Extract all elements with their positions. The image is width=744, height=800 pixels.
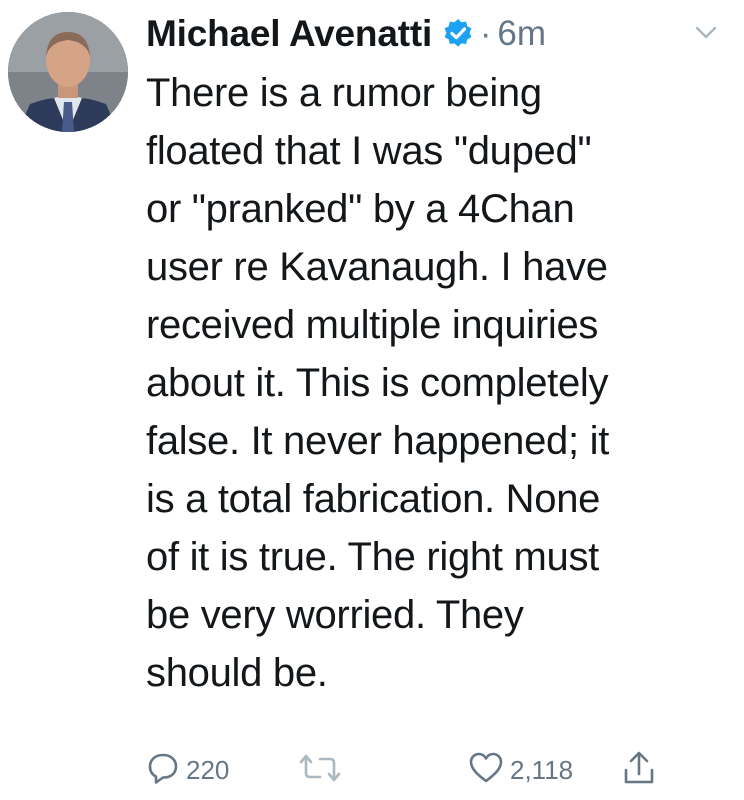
avatar[interactable] <box>8 12 128 132</box>
like-count: 2,118 <box>510 754 574 785</box>
tweet-text: There is a rumor being floated that I wa… <box>146 64 730 702</box>
tweet-text-line: should be. <box>146 651 328 695</box>
tweet-text-line: about it. This is completely <box>146 361 609 405</box>
separator-dot: · <box>480 14 492 53</box>
author-name[interactable]: Michael Avenatti <box>146 13 432 55</box>
tweet-text-line: is a total fabrication. None <box>146 477 601 521</box>
tweet-text-line: user re Kavanaugh. I have <box>146 245 608 289</box>
tweet-header: Michael Avenatti · 6m <box>146 6 546 62</box>
tweet-text-line: false. It never happened; it <box>146 419 610 463</box>
tweet-text-line: or "pranked" by a 4Chan <box>146 187 575 231</box>
reply-icon <box>146 751 180 790</box>
like-button[interactable]: 2,118 <box>468 748 573 792</box>
tweet-text-line: There is a rumor being <box>146 71 542 115</box>
tweet-actions: 220 2,118 <box>146 748 706 792</box>
chevron-down-icon[interactable] <box>694 24 718 42</box>
tweet: Michael Avenatti · 6m There is a rumor b… <box>0 0 744 800</box>
avatar-image <box>8 12 128 132</box>
timestamp[interactable]: 6m <box>497 14 546 54</box>
verified-badge-icon <box>442 18 474 50</box>
reply-count: 220 <box>186 754 230 785</box>
tweet-text-line: received multiple inquiries <box>146 303 599 347</box>
heart-icon <box>468 751 504 790</box>
tweet-text-line: floated that I was "duped" <box>146 129 592 173</box>
tweet-text-line: be very worried. They <box>146 593 524 637</box>
share-icon <box>622 750 656 791</box>
tweet-text-line: of it is true. The right must <box>146 535 599 579</box>
retweet-button[interactable] <box>298 748 348 792</box>
retweet-icon <box>298 751 342 790</box>
share-button[interactable] <box>622 748 656 792</box>
reply-button[interactable]: 220 <box>146 748 229 792</box>
